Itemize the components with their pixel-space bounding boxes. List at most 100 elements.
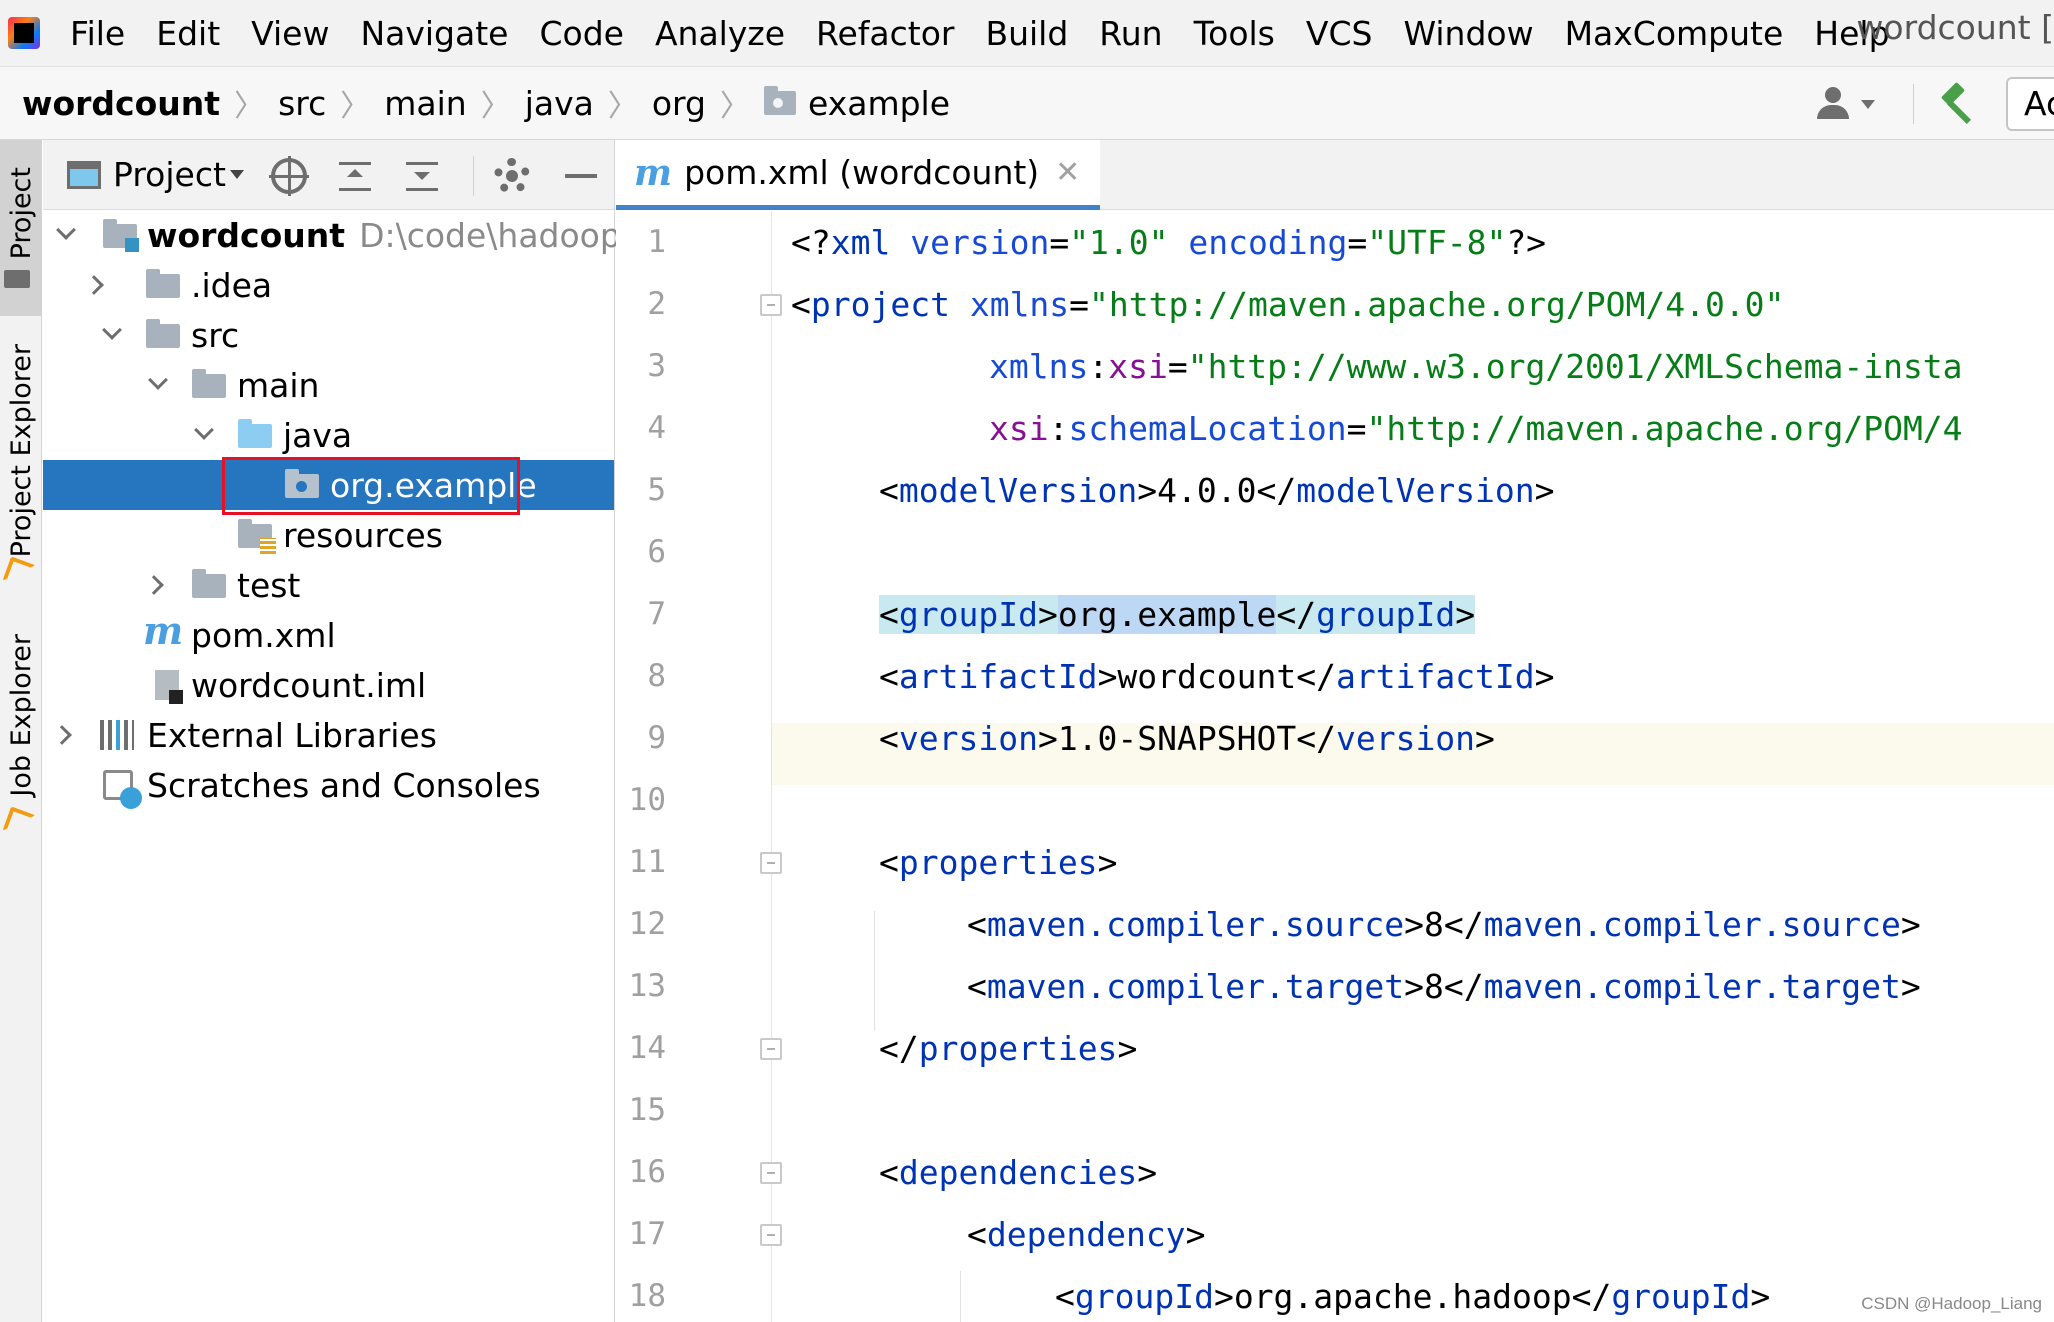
breadcrumb-example[interactable]: example xyxy=(763,83,951,123)
tree-item-label: src xyxy=(191,315,240,355)
breadcrumb-wordcount[interactable]: wordcount xyxy=(22,84,220,123)
tree-item-scratches[interactable]: Scratches and Consoles xyxy=(43,760,614,810)
toolbar-divider xyxy=(473,156,474,196)
watermark: CSDN @Hadoop_Liang xyxy=(1861,1294,2042,1313)
code-line: <maven.compiler.target>8</maven.compiler… xyxy=(967,967,1921,1006)
chevron-down-icon[interactable] xyxy=(194,420,214,440)
maven-file-icon: m xyxy=(634,151,673,194)
user-account-icon[interactable] xyxy=(1815,87,1853,121)
build-hammer-icon[interactable] xyxy=(1938,84,1978,124)
locate-target-icon[interactable] xyxy=(269,156,309,196)
chevron-down-icon[interactable] xyxy=(102,320,122,340)
menu-refactor[interactable]: Refactor xyxy=(816,14,954,53)
close-icon[interactable]: ✕ xyxy=(1055,155,1080,190)
tree-item-wordcount[interactable]: wordcount D:\code\hadoop\r xyxy=(43,210,646,260)
menu-edit[interactable]: Edit xyxy=(156,14,220,53)
gear-icon[interactable] xyxy=(494,158,530,194)
menu-view[interactable]: View xyxy=(251,14,329,53)
breadcrumb-src[interactable]: src xyxy=(278,84,326,123)
menu-maxcompute[interactable]: MaxCompute xyxy=(1565,14,1784,53)
maven-file-icon: m xyxy=(143,608,184,653)
chevron-right-icon[interactable] xyxy=(52,725,72,745)
code-line: <properties> xyxy=(879,843,1118,882)
module-folder-icon xyxy=(103,219,139,252)
indent-guide xyxy=(874,911,875,1031)
tree-item-external-libraries[interactable]: External Libraries xyxy=(43,710,614,760)
breadcrumb-java[interactable]: java xyxy=(525,84,594,123)
chevron-down-icon xyxy=(229,170,244,179)
tree-item-main[interactable]: main xyxy=(43,360,614,410)
tab-pom-xml[interactable]: m pom.xml (wordcount) ✕ xyxy=(616,140,1101,210)
maxcompute-icon xyxy=(4,806,32,834)
tree-item-label: test xyxy=(237,565,301,605)
breadcrumb-main[interactable]: main xyxy=(384,84,466,123)
tree-item-label: pom.xml xyxy=(191,615,336,655)
run-configuration-selector[interactable]: Ac xyxy=(2006,77,2054,131)
editor-area: m pom.xml (wordcount) ✕ 1 2 3 4 5 6 7 8 … xyxy=(616,140,2054,1322)
library-icon xyxy=(100,720,134,750)
expand-all-icon[interactable] xyxy=(337,158,373,194)
code-line: <artifactId>wordcount</artifactId> xyxy=(879,657,1555,696)
tree-item-label: wordcount D:\code\hadoop\r xyxy=(147,215,646,255)
code-line: xmlns:xsi="http://www.w3.org/2001/XMLSch… xyxy=(989,347,1963,386)
tree-item-test[interactable]: test xyxy=(43,560,614,610)
stripe-project-explorer-button[interactable]: Project Explorer xyxy=(0,344,42,596)
code-view[interactable]: <?xml version="1.0" encoding="UTF-8"?> <… xyxy=(616,211,2054,1322)
code-line: xsi:schemaLocation="http://maven.apache.… xyxy=(989,409,1963,448)
breadcrumb-example-label: example xyxy=(807,83,951,123)
package-folder-icon xyxy=(763,86,796,115)
tree-item-label: resources xyxy=(283,515,443,555)
menu-tools[interactable]: Tools xyxy=(1194,14,1275,53)
tab-label: pom.xml (wordcount) xyxy=(684,153,1040,192)
menu-navigate[interactable]: Navigate xyxy=(360,14,508,53)
menu-vcs[interactable]: VCS xyxy=(1306,14,1373,53)
code-line: <?xml version="1.0" encoding="UTF-8"?> xyxy=(791,223,1547,262)
tree-item-idea[interactable]: .idea xyxy=(43,260,614,310)
project-panel-header: Project xyxy=(43,140,614,210)
chevron-down-icon[interactable] xyxy=(148,370,168,390)
folder-icon xyxy=(146,319,180,348)
breadcrumb-org[interactable]: org xyxy=(652,84,706,123)
tree-item-java[interactable]: java xyxy=(43,410,614,460)
stripe-project-button[interactable]: Project xyxy=(0,140,42,316)
project-view-selector[interactable]: Project xyxy=(113,155,244,194)
menu-analyze[interactable]: Analyze xyxy=(655,14,785,53)
code-line: <dependencies> xyxy=(879,1153,1158,1192)
tree-item-src[interactable]: src xyxy=(43,310,614,360)
hide-panel-icon[interactable] xyxy=(563,158,599,194)
tree-item-resources[interactable]: resources xyxy=(43,510,614,560)
menu-window[interactable]: Window xyxy=(1403,14,1533,53)
tree-item-wordcount-iml[interactable]: wordcount.iml xyxy=(43,660,614,710)
folder-icon xyxy=(146,269,180,298)
stripe-job-explorer-button[interactable]: Job Explorer xyxy=(0,630,42,840)
collapse-all-icon[interactable] xyxy=(404,158,440,194)
stripe-project-label: Project xyxy=(5,166,37,260)
chevron-right-icon[interactable] xyxy=(84,275,104,295)
chevron-down-icon[interactable] xyxy=(56,220,76,240)
navbar-actions: Ac xyxy=(1815,67,2054,141)
chevron-down-icon[interactable] xyxy=(1861,99,1875,109)
project-panel-title: Project xyxy=(113,155,226,194)
window-title: wordcount [ xyxy=(1856,8,2054,47)
tree-item-pom-xml[interactable]: m pom.xml xyxy=(43,608,614,660)
project-view-icon xyxy=(67,160,101,189)
menu-code[interactable]: Code xyxy=(539,14,623,53)
menu-build[interactable]: Build xyxy=(985,14,1068,53)
tree-item-org-example[interactable]: org.example xyxy=(43,460,614,510)
navigation-bar: wordcount 〉 src 〉 main 〉 java 〉 org 〉 ex… xyxy=(0,66,2054,140)
toolbar-divider xyxy=(1913,84,1914,124)
menu-file[interactable]: File xyxy=(70,14,125,53)
tree-item-label: wordcount.iml xyxy=(191,665,427,705)
code-line: <version>1.0-SNAPSHOT</version> xyxy=(879,719,1495,758)
breadcrumb-separator: 〉 xyxy=(719,89,750,124)
editor-tab-bar: m pom.xml (wordcount) ✕ xyxy=(616,140,2054,210)
scratches-icon xyxy=(103,770,142,809)
chevron-right-icon[interactable] xyxy=(144,575,164,595)
intellij-logo-icon xyxy=(8,17,40,49)
left-tool-stripe: Project Project Explorer Job Explorer xyxy=(0,140,42,1322)
menu-run[interactable]: Run xyxy=(1099,14,1162,53)
code-line: <dependency> xyxy=(967,1215,1206,1254)
maxcompute-icon xyxy=(4,556,32,584)
tree-item-label: External Libraries xyxy=(147,715,437,755)
code-line: <groupId>org.apache.hadoop</groupId> xyxy=(1055,1277,1771,1316)
